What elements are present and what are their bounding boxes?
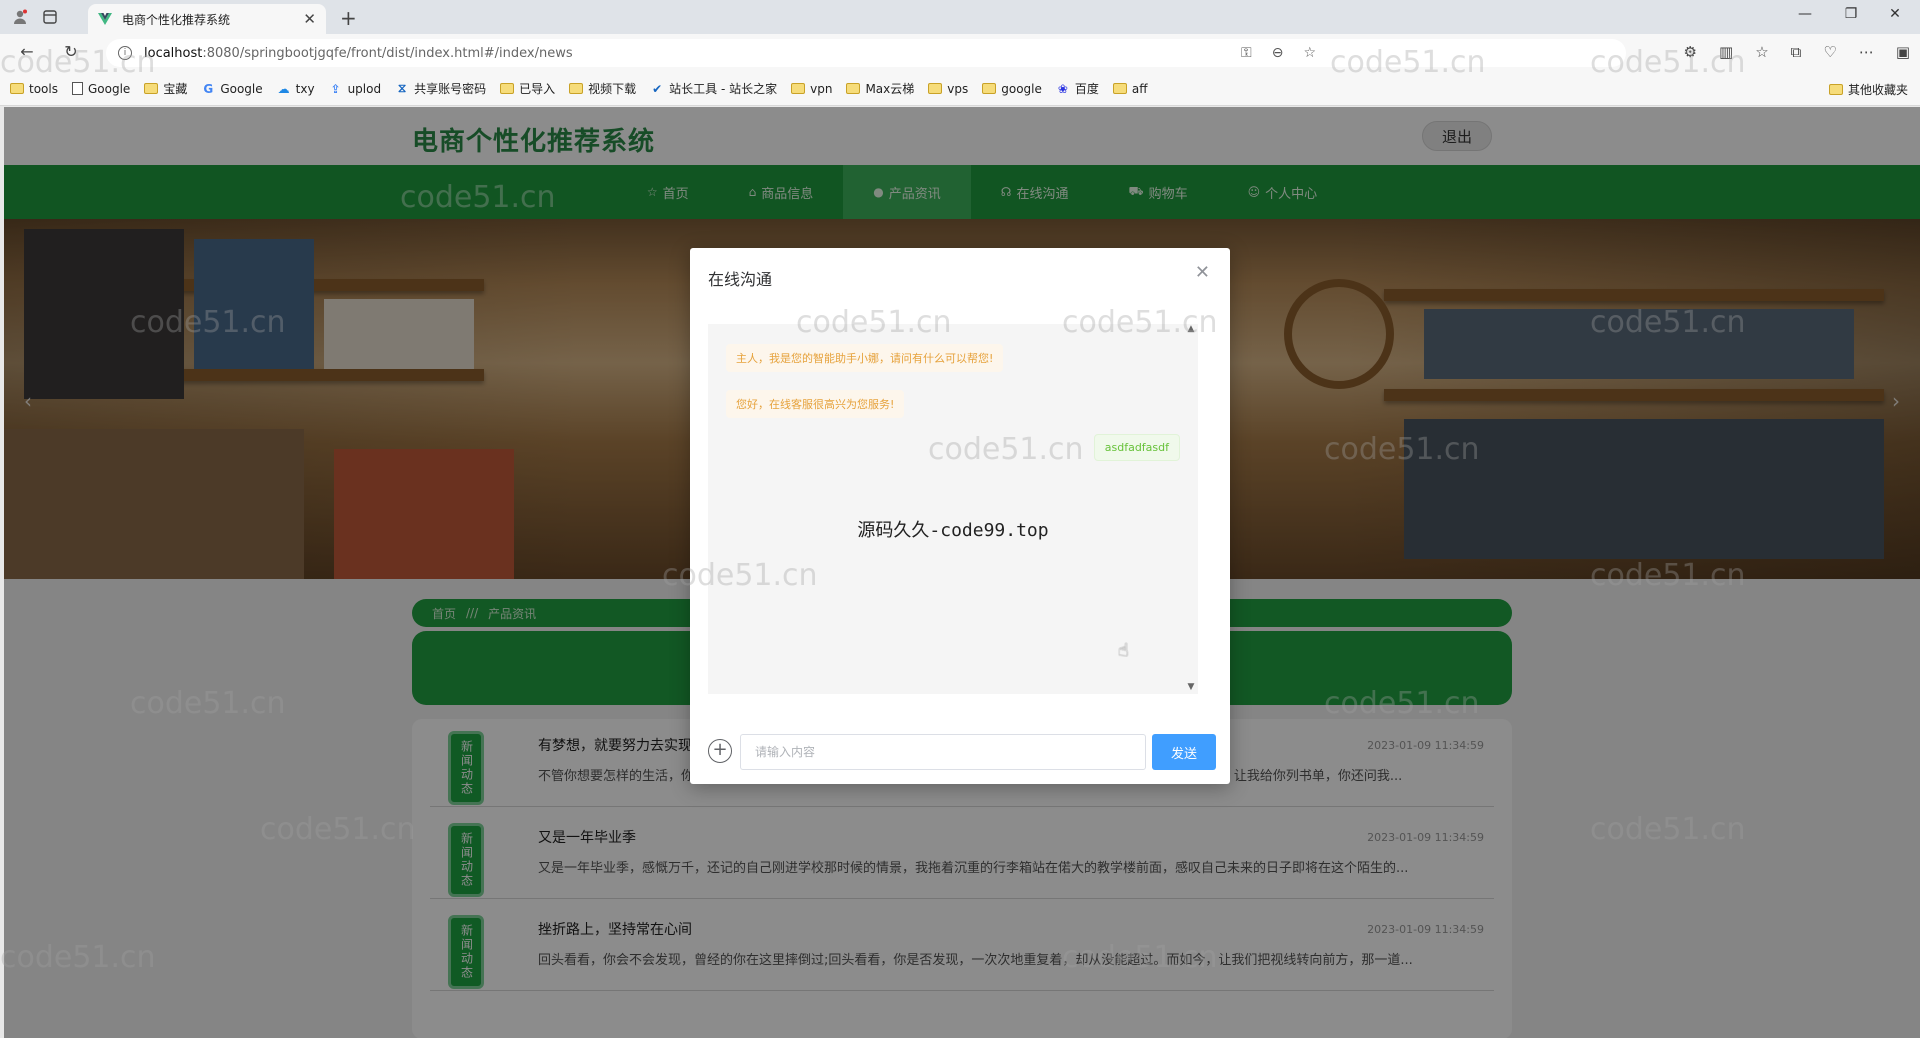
scroll-up-icon[interactable]: ▲ xyxy=(1184,324,1198,334)
bookmark-item[interactable]: ✔ 站长工具 - 站长之家 xyxy=(650,80,777,97)
google-icon: G xyxy=(203,81,214,96)
more-menu-icon[interactable]: ⋯ xyxy=(1859,43,1874,61)
folder-icon xyxy=(569,83,584,94)
bookmark-item[interactable]: ⇪ uplod xyxy=(329,82,382,96)
bookmark-item[interactable]: Max云梯 xyxy=(846,80,914,97)
hand-cursor-icon: ☝ xyxy=(1118,640,1129,661)
site-info-icon[interactable]: i xyxy=(118,46,132,60)
chat-dialog: 在线沟通 ✕ ▲ 主人，我是您的智能助手小娜，请问有什么可以帮您! 您好，在线客… xyxy=(690,248,1230,784)
extensions-icon[interactable]: ⚙ xyxy=(1684,43,1697,61)
bookmark-item[interactable]: tools xyxy=(10,82,58,96)
folder-icon xyxy=(10,83,24,94)
key-icon[interactable]: ⚿ xyxy=(1241,45,1252,61)
folder-icon xyxy=(791,83,806,94)
share-icon: ⧖ xyxy=(397,81,407,95)
bookmark-item[interactable]: aff xyxy=(1112,82,1148,96)
vue-logo-icon xyxy=(98,13,112,25)
bookmark-item[interactable]: ⧖ 共享账号密码 xyxy=(395,80,486,97)
add-attachment-icon[interactable]: + xyxy=(708,739,732,763)
folder-icon xyxy=(500,83,515,94)
folder-icon xyxy=(928,83,943,94)
bookmark-item[interactable]: Google xyxy=(71,82,130,96)
bookmark-item[interactable]: 宝藏 xyxy=(144,80,187,97)
chat-input-row: + 发送 xyxy=(708,730,1218,770)
tab-actions-icon[interactable] xyxy=(40,8,60,26)
folder-icon xyxy=(982,83,997,94)
restore-button[interactable]: ❐ xyxy=(1836,6,1866,22)
send-button[interactable]: 发送 xyxy=(1152,734,1216,770)
collections-icon[interactable]: ⧉ xyxy=(1791,43,1802,61)
bookmark-item[interactable]: google xyxy=(982,82,1042,96)
split-screen-icon[interactable]: ▥ xyxy=(1719,43,1733,61)
browser-toolbar: ← ↻ i localhost :8080/springbootjgqfe/fr… xyxy=(0,34,1920,72)
minimize-button[interactable]: — xyxy=(1790,6,1820,22)
bookmark-item[interactable]: ❀ 百度 xyxy=(1056,80,1099,97)
chat-message-bot: 主人，我是您的智能助手小娜，请问有什么可以帮您! xyxy=(726,344,1004,372)
url-host: localhost xyxy=(144,45,203,61)
zoom-out-icon[interactable]: ⊖ xyxy=(1272,45,1284,61)
new-tab-button[interactable]: + xyxy=(340,6,357,30)
page-icon xyxy=(71,82,83,95)
other-bookmarks[interactable]: 其他收藏夹 xyxy=(1828,81,1908,98)
tab-close-icon[interactable]: ✕ xyxy=(303,10,316,28)
bookmarks-bar: tools Google 宝藏 G Google ☁ txy ⇪ uplod ⧖ 共享账… xyxy=(0,72,1920,106)
folder-icon xyxy=(846,83,861,94)
bookmark-item[interactable]: vpn xyxy=(791,82,832,96)
browser-tab-active[interactable]: 电商个性化推荐系统 ✕ xyxy=(88,4,326,34)
folder-icon xyxy=(1112,83,1127,94)
chat-input[interactable] xyxy=(740,734,1146,770)
upload-icon: ⇪ xyxy=(330,81,341,96)
folder-icon xyxy=(144,83,159,94)
profile-icon[interactable] xyxy=(10,8,30,26)
chat-dialog-title: 在线沟通 xyxy=(708,270,773,289)
favorites-icon[interactable]: ☆ xyxy=(1755,43,1768,61)
reload-icon[interactable]: ↻ xyxy=(60,42,82,61)
folder-icon xyxy=(1828,84,1843,95)
bookmark-item[interactable]: 已导入 xyxy=(500,80,555,97)
bookmark-item[interactable]: vps xyxy=(928,82,968,96)
browser-titlebar: 电商个性化推荐系统 ✕ + — ❐ ✕ xyxy=(0,0,1920,34)
bookmark-item[interactable]: 视频下载 xyxy=(569,80,636,97)
chat-message-area[interactable]: ▲ 主人，我是您的智能助手小娜，请问有什么可以帮您! 您好，在线客服很高兴为您服… xyxy=(708,324,1198,694)
browser-essentials-icon[interactable]: ♡ xyxy=(1823,43,1836,61)
chat-center-text: 源码久久-code99.top xyxy=(857,520,1049,541)
close-icon[interactable]: ✕ xyxy=(1195,262,1210,283)
bookmark-item[interactable]: G Google xyxy=(201,82,262,96)
chat-message-user: asdfadfasdf xyxy=(1093,434,1180,461)
baidu-icon: ❀ xyxy=(1057,81,1068,96)
webmaster-icon: ✔ xyxy=(652,81,663,96)
tab-title: 电商个性化推荐系统 xyxy=(122,12,231,27)
back-icon[interactable]: ← xyxy=(16,42,38,61)
chat-message-bot: 您好，在线客服很高兴为您服务! xyxy=(726,390,905,418)
favorite-star-icon[interactable]: ☆ xyxy=(1303,45,1316,61)
cloud-icon: ☁ xyxy=(277,81,290,96)
window-close-button[interactable]: ✕ xyxy=(1880,6,1910,22)
url-path: :8080/springbootjgqfe/front/dist/index.h… xyxy=(202,45,573,61)
address-bar[interactable]: i localhost :8080/springbootjgqfe/front/… xyxy=(106,39,1626,67)
sidebar-toggle-icon[interactable]: ▣ xyxy=(1896,43,1910,61)
bookmark-item[interactable]: ☁ txy xyxy=(277,82,315,96)
scroll-down-icon[interactable]: ▼ xyxy=(1184,682,1198,692)
